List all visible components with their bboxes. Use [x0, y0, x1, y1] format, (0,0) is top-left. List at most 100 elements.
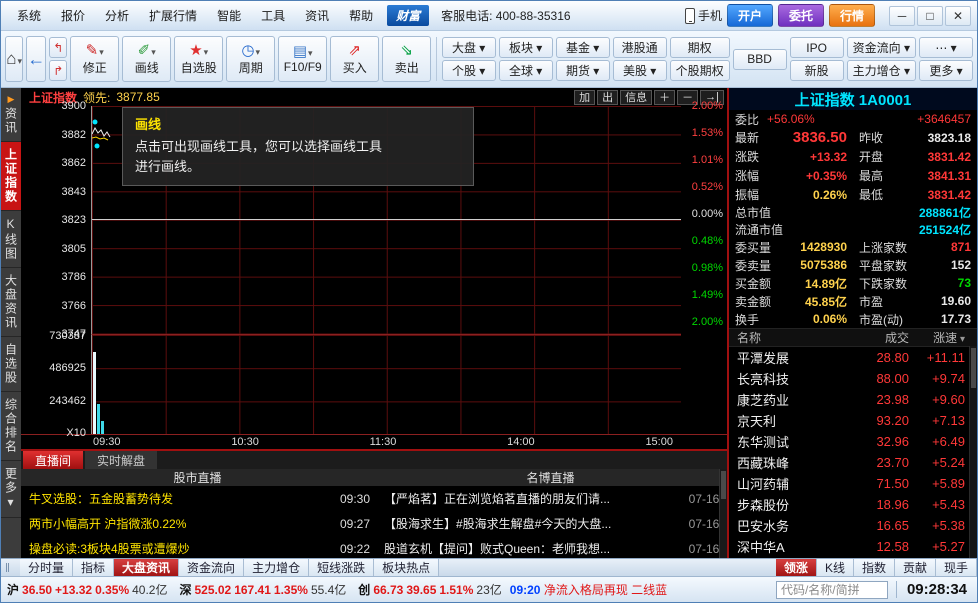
live-row[interactable]: 两市小幅高开 沪指微涨0.22% 09:27 【股海求生】#股海求生解盘#今天的…	[21, 511, 727, 536]
stock-row[interactable]: 步森股份 18.96 +5.43	[729, 494, 977, 515]
market-button[interactable]: 个股 ▾	[442, 60, 496, 81]
col-change-sort[interactable]: 涨速	[909, 329, 965, 346]
quote-pairs-grid: 委买量1428930 上涨家数871 委卖量5075386 平盘家数152	[729, 238, 977, 328]
toolbar-button[interactable]: ▤ F10/F9	[278, 36, 327, 82]
menu-item[interactable]: 扩展行情	[139, 4, 207, 27]
price-tick: 3882	[62, 129, 86, 141]
bottom-tab[interactable]: 贡献	[895, 559, 936, 576]
stock-row[interactable]: 康芝药业 23.98 +9.60	[729, 389, 977, 410]
toolbar-button[interactable]: ✐ 画线	[122, 36, 171, 82]
market-button[interactable]: 大盘 ▾	[442, 37, 496, 58]
maximize-button[interactable]: □	[917, 6, 943, 26]
home-button[interactable]: ⌂	[5, 36, 23, 82]
stock-row[interactable]: 东华测试 32.96 +6.49	[729, 431, 977, 452]
live-tab[interactable]: 直播间	[23, 451, 83, 469]
bottom-tab[interactable]: K线	[817, 559, 854, 576]
index-summary[interactable]: 沪 36.50 +13.32 0.35% 40.2亿	[7, 581, 167, 598]
toolbar-button[interactable]: ◷ 周期	[226, 36, 275, 82]
market-button[interactable]: 期权	[670, 37, 730, 58]
ranking-header[interactable]: 名称 成交 涨速	[729, 328, 977, 347]
live-tab[interactable]: 实时解盘	[85, 451, 157, 469]
stock-row[interactable]: 西藏珠峰 23.70 +5.24	[729, 452, 977, 473]
market-button[interactable]: 资金流向 ▾	[847, 37, 916, 58]
scrollbar[interactable]	[719, 469, 727, 558]
market-button[interactable]: 期货 ▾	[556, 60, 610, 81]
index-summary[interactable]: 深 525.02 167.41 1.35% 55.4亿	[179, 581, 346, 598]
chart-header-button[interactable]: ＋	[654, 90, 675, 105]
toolbar-button[interactable]: ⇗ 买入	[330, 36, 379, 82]
menu-item[interactable]: 资讯	[295, 4, 339, 27]
market-button[interactable]: 主力增仓 ▾	[847, 60, 916, 81]
sidebar-item[interactable]: 大盘资讯	[1, 268, 21, 337]
menu-item[interactable]: 系统	[7, 4, 51, 27]
minimize-button[interactable]: ─	[889, 6, 915, 26]
toolbar-button[interactable]: ✎ 修正	[70, 36, 119, 82]
redo-arrow-icon[interactable]: ↱	[49, 60, 67, 81]
volume-bar	[101, 421, 104, 434]
bottom-tab[interactable]: 资金流向	[179, 559, 244, 576]
chart-header-button[interactable]: 加	[574, 90, 595, 105]
toolbar-button[interactable]: ★ 自选股	[174, 36, 223, 82]
stock-row[interactable]: 巴安水务 16.65 +5.38	[729, 515, 977, 536]
sidebar-item[interactable]: ▶ 资讯	[1, 88, 21, 142]
sidebar-item[interactable]: K线图	[1, 211, 21, 268]
redo-arrow-icon[interactable]: ↰	[49, 37, 67, 58]
bottom-tab[interactable]: 现手	[936, 559, 977, 576]
bottom-tab[interactable]: 主力增仓	[244, 559, 309, 576]
sidebar-item[interactable]: 综合排名	[1, 392, 21, 461]
quick-button[interactable]: 开户	[727, 4, 773, 27]
sidebar-item[interactable]: 自选股	[1, 337, 21, 392]
stock-row[interactable]: 山河药辅 71.50 +5.89	[729, 473, 977, 494]
bottom-tab[interactable]: 领涨	[776, 559, 817, 576]
scrollbar[interactable]	[969, 346, 977, 558]
stock-row[interactable]: 深中华A 12.58 +5.27	[729, 536, 977, 557]
bottom-tab[interactable]: 分时量	[20, 559, 73, 576]
live-row[interactable]: 操盘必读:3板块4股票或遭爆炒 09:22 股道玄机【提问】败式Queen：老师…	[21, 536, 727, 558]
bottom-tab[interactable]: 大盘资讯	[114, 559, 179, 576]
market-button[interactable]: ⋯ ▾	[919, 37, 973, 58]
market-button[interactable]: IPO	[790, 37, 844, 58]
bottom-tab[interactable]: 指标	[73, 559, 114, 576]
market-button[interactable]: 基金 ▾	[556, 37, 610, 58]
quick-button[interactable]: 行情	[829, 4, 875, 27]
chevron-down-icon	[16, 49, 22, 69]
lead-value: 3877.85	[116, 90, 159, 104]
mobile-link[interactable]: 手机	[685, 7, 722, 24]
price-chart[interactable]: 390038823862384338233805378637663747 画线 …	[91, 106, 681, 334]
live-row[interactable]: 牛叉选股：五金股蓄势待发 09:30 【严焰茗】正在浏览焰茗直播的朋友们请...…	[21, 486, 727, 511]
market-button[interactable]: 美股 ▾	[613, 60, 667, 81]
menu-item[interactable]: 智能	[207, 4, 251, 27]
menu-item[interactable]: 报价	[51, 4, 95, 27]
close-button[interactable]: ✕	[945, 6, 971, 26]
quick-button[interactable]: 委托	[778, 4, 824, 27]
bottom-tab[interactable]: 指数	[854, 559, 895, 576]
back-button[interactable]: ←	[26, 36, 46, 82]
main-content: ▶ 资讯 上证指数 K线图 大盘资讯	[1, 88, 977, 558]
market-button[interactable]: 个股期权	[670, 60, 730, 81]
index-summary[interactable]: 创 66.73 39.65 1.51% 23亿	[358, 581, 501, 598]
code-input[interactable]	[776, 581, 888, 599]
bottom-tab[interactable]: 短线涨跌	[309, 559, 374, 576]
menu-item[interactable]: 帮助	[339, 4, 383, 27]
volume-chart[interactable]: 730387486925243462X10	[91, 334, 681, 434]
market-button[interactable]: 更多 ▾	[919, 60, 973, 81]
toolbar-button[interactable]: ⇘ 卖出	[382, 36, 431, 82]
menu-item[interactable]: 工具	[251, 4, 295, 27]
chart-header-button[interactable]: 信息	[620, 90, 652, 105]
bottom-tab[interactable]: 板块热点	[374, 559, 439, 576]
sidebar-item[interactable]: 更多▾	[1, 461, 21, 518]
news-ticker[interactable]: 09:20 净流入格局再现 二线蓝	[510, 581, 667, 598]
chart-header: 上证指数 领先: 3877.85 加出信息＋－→|	[21, 88, 727, 106]
stock-row[interactable]: 京天利 93.20 +7.13	[729, 410, 977, 431]
market-button[interactable]: 港股通	[613, 37, 667, 58]
stock-row[interactable]: 长亮科技 88.00 +9.74	[729, 368, 977, 389]
sidebar-item[interactable]: 上证指数	[1, 142, 21, 211]
stock-row[interactable]: 平潭发展 28.80 +11.11	[729, 347, 977, 368]
market-button[interactable]: BBD	[733, 49, 787, 70]
market-button[interactable]: 板块 ▾	[499, 37, 553, 58]
chart-header-button[interactable]: 出	[597, 90, 618, 105]
live-rows: 牛叉选股：五金股蓄势待发 09:30 【严焰茗】正在浏览焰茗直播的朋友们请...…	[21, 486, 727, 558]
menu-item[interactable]: 分析	[95, 4, 139, 27]
market-button[interactable]: 全球 ▾	[499, 60, 553, 81]
market-button[interactable]: 新股	[790, 60, 844, 81]
